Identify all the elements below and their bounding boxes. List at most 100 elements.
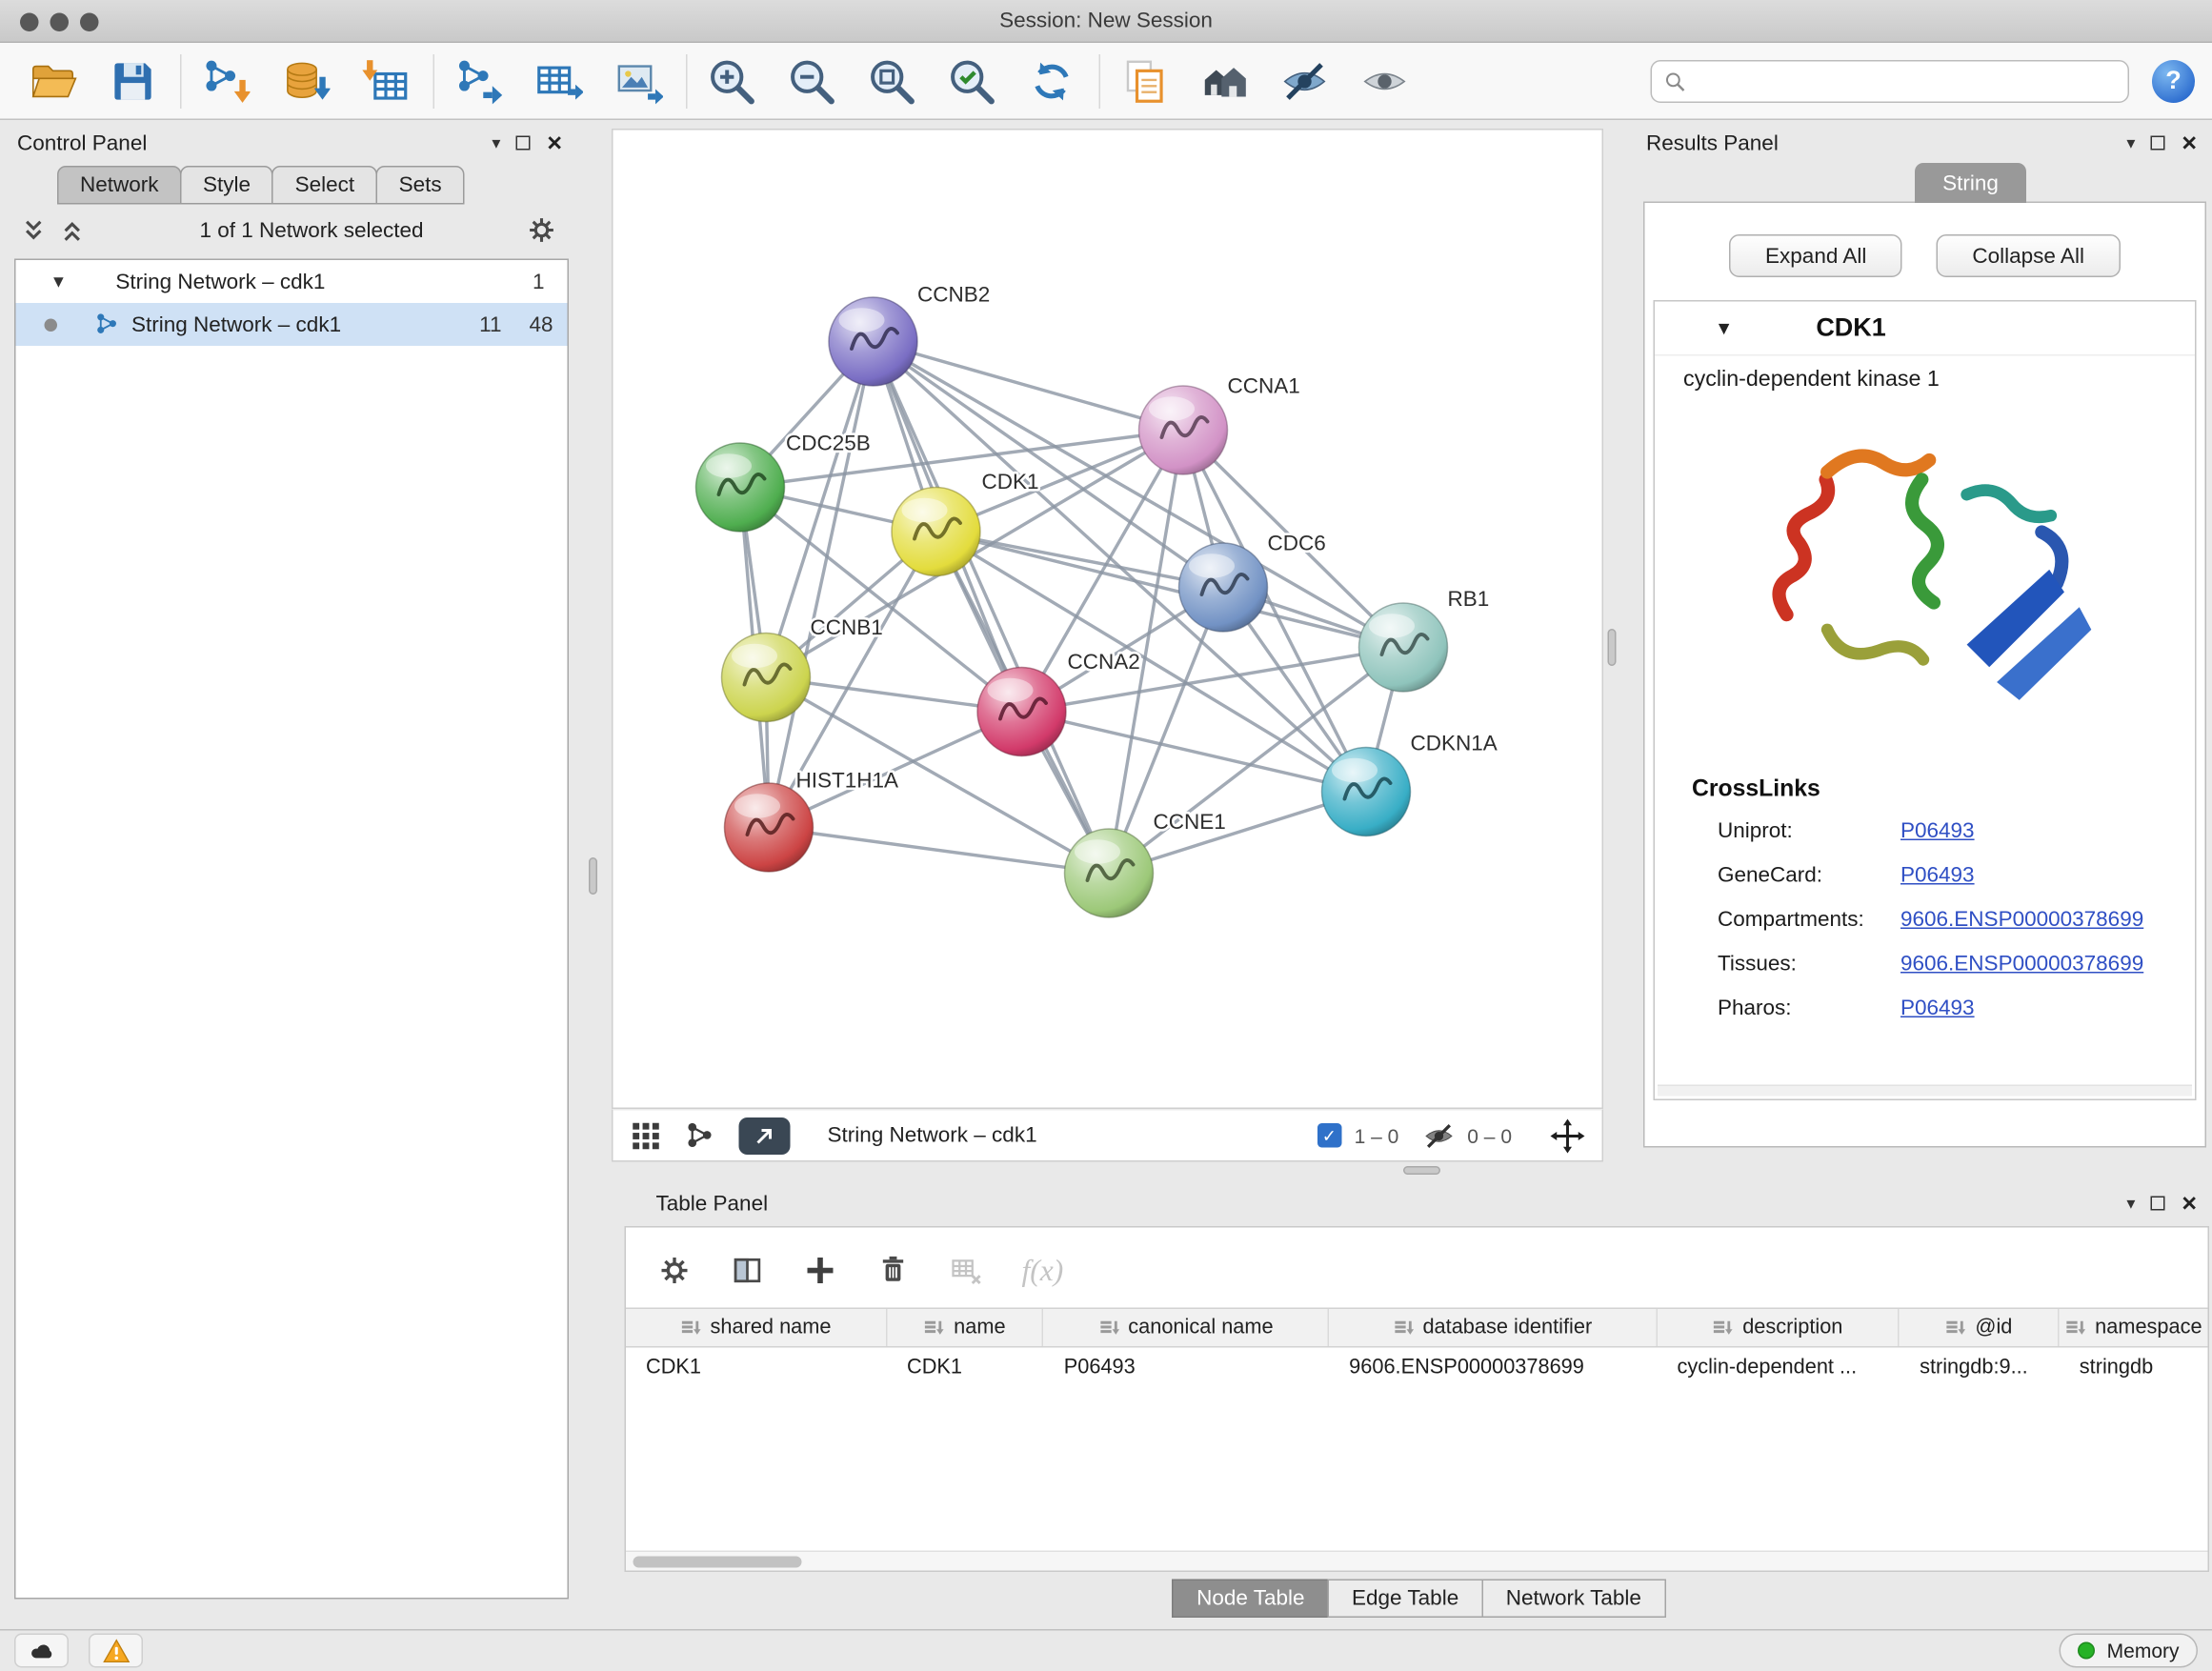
crosslink-link[interactable]: P06493 — [1900, 997, 1975, 1021]
tab-network-table[interactable]: Network Table — [1481, 1580, 1665, 1619]
expand-all-button[interactable]: Expand All — [1730, 234, 1902, 277]
network-view-canvas[interactable]: CCNB2CCNA1CDC25BCDK1CDC6RB1CCNB1CCNA2CDK… — [612, 129, 1603, 1109]
hide-selected-button[interactable] — [1272, 48, 1337, 113]
show-all-button[interactable] — [1352, 48, 1418, 113]
column-header-description[interactable]: description — [1658, 1309, 1900, 1346]
toolbar-separator — [433, 53, 435, 108]
vertical-splitter-handle[interactable] — [1608, 629, 1617, 666]
collapse-all-networks-icon[interactable] — [59, 216, 87, 244]
help-button[interactable]: ? — [2152, 59, 2195, 102]
panel-float-icon[interactable]: ▾ — [2126, 1194, 2135, 1214]
horizontal-splitter-handle[interactable] — [1403, 1166, 1440, 1175]
hidden-eye-slash-icon[interactable] — [1423, 1119, 1455, 1151]
network-row-selected[interactable]: String Network – cdk1 11 48 — [16, 303, 568, 346]
column-header-namespace[interactable]: namespace — [2060, 1309, 2208, 1346]
network-node-CDKN1A[interactable] — [1322, 748, 1411, 836]
export-image-button[interactable] — [606, 48, 672, 113]
expand-all-networks-icon[interactable] — [20, 216, 48, 244]
network-node-RB1[interactable] — [1359, 603, 1448, 692]
network-edge[interactable] — [874, 342, 1110, 874]
export-network-button[interactable] — [446, 48, 512, 113]
network-node-HIST1H1A[interactable] — [725, 783, 814, 872]
network-node-CCNA1[interactable] — [1139, 386, 1228, 474]
tab-string[interactable]: String — [1915, 163, 2026, 203]
tab-edge-table[interactable]: Edge Table — [1328, 1580, 1483, 1619]
selection-checkbox[interactable]: ✓ — [1317, 1123, 1342, 1148]
column-header-canonical-name[interactable]: canonical name — [1044, 1309, 1329, 1346]
network-graph[interactable]: CCNB2CCNA1CDC25BCDK1CDC6RB1CCNB1CCNA2CDK… — [613, 131, 1605, 1111]
panel-close-icon[interactable]: ✕ — [546, 131, 563, 155]
panel-maximize-icon[interactable] — [516, 136, 531, 151]
show-columns-icon[interactable] — [731, 1254, 765, 1288]
network-edge[interactable] — [769, 828, 1109, 874]
neighborhood-button[interactable] — [1192, 48, 1257, 113]
table-row[interactable]: CDK1 CDK1 P06493 9606.ENSP00000378699 cy… — [626, 1348, 2208, 1388]
results-horizontal-scrollbar[interactable] — [1658, 1085, 2192, 1097]
panel-float-icon[interactable]: ▾ — [2126, 133, 2135, 153]
panel-float-icon[interactable]: ▾ — [492, 133, 500, 153]
zoom-out-button[interactable] — [779, 48, 845, 113]
import-network-button[interactable] — [193, 48, 259, 113]
zoom-in-button[interactable] — [699, 48, 765, 113]
crosslink-label: Tissues: — [1718, 952, 1900, 976]
tab-select[interactable]: Select — [272, 166, 378, 205]
clone-network-button[interactable] — [1112, 48, 1177, 113]
refresh-arrows-icon — [1028, 56, 1076, 105]
column-header-database-identifier[interactable]: database identifier — [1329, 1309, 1657, 1346]
memory-button[interactable]: Memory — [2060, 1634, 2198, 1668]
column-header-shared-name[interactable]: shared name — [626, 1309, 887, 1346]
network-node-CCNE1[interactable] — [1065, 829, 1154, 917]
column-header-name[interactable]: name — [887, 1309, 1044, 1346]
collapse-all-button[interactable]: Collapse All — [1937, 234, 2121, 277]
import-database-icon — [282, 56, 331, 105]
network-collection-row[interactable]: ▼ String Network – cdk1 1 — [16, 260, 568, 303]
network-node-count: 11 — [453, 312, 502, 337]
crosslink-link[interactable]: P06493 — [1900, 863, 1975, 888]
tab-network[interactable]: Network — [57, 166, 182, 205]
network-edge[interactable] — [1022, 712, 1367, 792]
network-node-CCNA2[interactable] — [977, 668, 1066, 756]
pan-crosshair-icon[interactable] — [1551, 1118, 1585, 1153]
network-options-gear-icon[interactable] — [526, 214, 557, 246]
crosslink-link[interactable]: 9606.ENSP00000378699 — [1900, 908, 2143, 933]
column-header-id[interactable]: @id — [1900, 1309, 2060, 1346]
search-input[interactable] — [1695, 61, 2117, 101]
crosslink-link[interactable]: 9606.ENSP00000378699 — [1900, 952, 2143, 976]
collection-disclosure-icon[interactable]: ▼ — [50, 272, 68, 292]
create-column-icon[interactable] — [803, 1254, 837, 1288]
panel-maximize-icon[interactable] — [2151, 136, 2165, 151]
zoom-selected-button[interactable] — [939, 48, 1005, 113]
zoom-fit-button[interactable] — [859, 48, 925, 113]
protein-disclosure-icon[interactable]: ▼ — [1715, 317, 1733, 339]
open-session-button[interactable] — [20, 48, 86, 113]
panel-maximize-icon[interactable] — [2151, 1197, 2165, 1211]
network-node-CDK1[interactable] — [892, 488, 980, 576]
birds-eye-grid-icon[interactable] — [631, 1119, 662, 1151]
import-table-button[interactable] — [353, 48, 419, 113]
network-share-icon[interactable] — [685, 1119, 716, 1151]
table-horizontal-scrollbar[interactable] — [626, 1551, 2208, 1571]
network-edge[interactable] — [769, 342, 874, 828]
crosslink-link[interactable]: P06493 — [1900, 819, 1975, 844]
table-options-gear-icon[interactable] — [657, 1254, 692, 1288]
vertical-splitter-handle[interactable] — [589, 857, 597, 895]
panel-close-icon[interactable]: ✕ — [2181, 131, 2198, 155]
network-node-CDC25B[interactable] — [696, 443, 785, 532]
cloud-button[interactable] — [14, 1634, 69, 1668]
network-node-CCNB1[interactable] — [722, 634, 811, 722]
search-field[interactable] — [1651, 59, 2130, 102]
warnings-button[interactable] — [89, 1634, 143, 1668]
open-in-browser-button[interactable] — [739, 1117, 791, 1154]
tab-node-table[interactable]: Node Table — [1173, 1580, 1329, 1619]
tab-style[interactable]: Style — [180, 166, 273, 205]
panel-close-icon[interactable]: ✕ — [2181, 1191, 2198, 1216]
tab-sets[interactable]: Sets — [376, 166, 465, 205]
import-network-from-database-button[interactable] — [273, 48, 339, 113]
export-table-button[interactable] — [526, 48, 592, 113]
network-node-CDC6[interactable] — [1179, 543, 1268, 632]
apply-layout-button[interactable] — [1019, 48, 1085, 113]
save-session-button[interactable] — [100, 48, 166, 113]
network-node-CCNB2[interactable] — [829, 297, 917, 386]
delete-columns-icon[interactable] — [876, 1254, 911, 1288]
scrollbar-thumb[interactable] — [633, 1557, 802, 1568]
